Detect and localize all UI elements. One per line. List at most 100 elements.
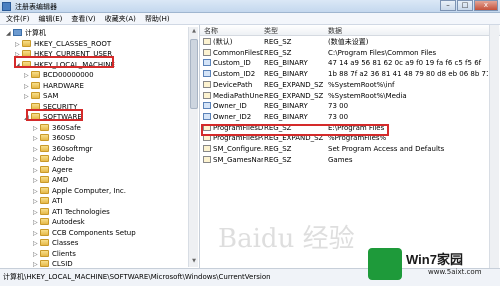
value-row[interactable]: Owner_ID2 REG_BINARY 73 00: [200, 112, 500, 123]
registry-tree[interactable]: ▲ ▼ ◢ 计算机 ▷ HKEY_CLASSES_ROOT ▷ HKEY_CURRENT_…: [0, 25, 200, 268]
folder-icon: [31, 102, 40, 110]
tree-node-label: 360softmgr: [52, 144, 93, 153]
value-row[interactable]: DevicePath REG_EXPAND_SZ %SystemRoot%\inf: [200, 80, 500, 91]
menu-favorites[interactable]: 收藏夹(A): [105, 13, 136, 24]
value-name: Owner_ID: [203, 101, 263, 112]
expand-arrow-icon[interactable]: ◢: [6, 28, 13, 39]
minimize-button[interactable]: –: [440, 0, 456, 11]
tree-node[interactable]: ▷ Clients: [33, 249, 76, 260]
value-name-text: Custom_ID: [213, 59, 251, 68]
tree-node[interactable]: ▷ Autodesk: [33, 217, 85, 228]
expand-arrow-icon[interactable]: ▷: [24, 70, 31, 81]
tree-node[interactable]: ▷ HKEY_CURRENT_USER: [15, 49, 112, 60]
expand-arrow-icon[interactable]: ▷: [33, 196, 40, 207]
value-row[interactable]: Custom_ID2 REG_BINARY 1b 88 7f a2 36 81 41…: [200, 69, 500, 80]
tree-node-label: Classes: [52, 239, 79, 247]
expand-arrow-icon[interactable]: ▷: [24, 81, 31, 92]
scroll-down-arrow-icon[interactable]: ▼: [190, 258, 198, 266]
value-type: REG_EXPAND_SZ: [264, 91, 324, 100]
expand-arrow-icon[interactable]: ▷: [33, 175, 40, 186]
value-row[interactable]: SM_GamesNam...REG_SZ Games: [200, 155, 500, 166]
expand-arrow-icon[interactable]: ▷: [33, 259, 40, 268]
value-row[interactable]: Custom_ID REG_BINARY 47 14 a9 56 81 62 0c …: [200, 58, 500, 69]
tree-scroll-thumb[interactable]: [190, 39, 198, 109]
tree-node[interactable]: ▷ ATI: [33, 196, 63, 207]
tree-node[interactable]: ▷ Agere: [33, 165, 73, 176]
tree-node[interactable]: ▷ ATI Technologies: [33, 207, 110, 218]
menu-file[interactable]: 文件(F): [6, 13, 30, 24]
value-row[interactable]: ProgramFilesPa...REG_EXPAND_SZ %ProgramFi…: [200, 133, 500, 144]
tree-node[interactable]: SECURITY: [24, 102, 77, 113]
string-value-icon: [203, 134, 211, 142]
expand-arrow-icon[interactable]: ◢: [24, 112, 31, 123]
tree-node[interactable]: ◢ 计算机: [6, 28, 46, 39]
value-type: REG_BINARY: [264, 59, 308, 68]
value-type: REG_SZ: [264, 48, 292, 57]
value-data: 73 00: [328, 112, 349, 121]
menu-edit[interactable]: 编辑(E): [39, 13, 63, 24]
tree-node-label: ATI Technologies: [52, 207, 110, 216]
tree-node[interactable]: ▷ 360softmgr: [33, 144, 93, 155]
expand-arrow-icon[interactable]: ▷: [33, 165, 40, 176]
tree-node[interactable]: ▷ Apple Computer, Inc.: [33, 186, 126, 197]
close-button[interactable]: x: [474, 0, 498, 11]
folder-icon: [40, 207, 49, 215]
tree-node[interactable]: ▷ HARDWARE: [24, 81, 84, 92]
expand-arrow-icon[interactable]: ▷: [33, 217, 40, 228]
expand-arrow-icon[interactable]: ▷: [33, 123, 40, 134]
tree-node[interactable]: ▷ BCD00000000: [24, 70, 94, 81]
binary-value-icon: [203, 70, 211, 78]
value-row[interactable]: Owner_ID REG_BINARY 73 00: [200, 101, 500, 112]
menu-view[interactable]: 查看(V): [71, 13, 95, 24]
string-value-icon: [203, 123, 211, 131]
expand-arrow-icon[interactable]: ▷: [24, 91, 31, 102]
win7-logo: Win7家园 www.5aixt.com: [368, 248, 500, 286]
logo-title: Win7家园: [406, 252, 463, 267]
menu-help[interactable]: 帮助(H): [145, 13, 170, 24]
tree-node[interactable]: ▷ AMD: [33, 175, 68, 186]
tree-node[interactable]: ◢ HKEY_LOCAL_MACHINE: [15, 60, 115, 71]
value-row[interactable]: SM_Configure... REG_SZ Set Program Access …: [200, 144, 500, 155]
value-row[interactable]: (默认) REG_SZ (数值未设置): [200, 37, 500, 48]
expand-arrow-icon[interactable]: ▷: [33, 144, 40, 155]
tree-node[interactable]: ▷ HKEY_CLASSES_ROOT: [15, 39, 111, 50]
tree-node[interactable]: ▷ CCB Components Setup: [33, 228, 136, 239]
folder-icon: [31, 113, 40, 120]
expand-arrow-icon[interactable]: ▷: [33, 154, 40, 165]
expand-arrow-icon[interactable]: ▷: [33, 207, 40, 218]
string-value-icon: [203, 38, 211, 45]
tree-node[interactable]: ▷ CLSID: [33, 259, 73, 268]
value-row[interactable]: MediaPathUne...REG_EXPAND_SZ %SystemRoot%…: [200, 91, 500, 102]
col-name[interactable]: 名称: [204, 26, 218, 36]
value-row[interactable]: CommonFilesDirREG_SZ C:\Program Files\Com…: [200, 48, 500, 59]
value-data: Games: [328, 155, 353, 164]
tree-node[interactable]: ▷ SAM: [24, 91, 58, 102]
list-header: 名称 类型 数据: [200, 25, 500, 36]
expand-arrow-icon[interactable]: ▷: [33, 133, 40, 144]
value-name-text: ProgramFilesPa...: [213, 134, 263, 143]
expand-arrow-icon[interactable]: ▷: [15, 49, 22, 60]
tree-scrollbar[interactable]: ▲ ▼: [188, 27, 198, 267]
expand-arrow-icon[interactable]: ▷: [33, 238, 40, 249]
expand-arrow-icon[interactable]: ▷: [33, 228, 40, 239]
folder-icon: [40, 155, 49, 162]
string-value-icon: [203, 91, 211, 99]
col-data[interactable]: 数据: [328, 26, 342, 36]
value-name-text: ProgramFilesDir: [213, 123, 263, 132]
expand-arrow-icon[interactable]: ▷: [33, 249, 40, 260]
value-data: (数值未设置): [328, 38, 369, 46]
menu-bar: 文件(F) 编辑(E) 查看(V) 收藏夹(A) 帮助(H): [0, 13, 500, 25]
col-type[interactable]: 类型: [264, 26, 278, 36]
expand-arrow-icon[interactable]: ◢: [15, 60, 22, 71]
tree-node[interactable]: ▷ Adobe: [33, 154, 74, 165]
expand-arrow-icon[interactable]: ▷: [15, 39, 22, 50]
tree-node[interactable]: ▷ Classes: [33, 238, 78, 249]
tree-node[interactable]: ▷ 360SD: [33, 133, 75, 144]
expand-arrow-icon[interactable]: ▷: [33, 186, 40, 197]
maximize-button[interactable]: □: [457, 0, 473, 11]
tree-node-label: HARDWARE: [43, 81, 84, 90]
tree-node[interactable]: ◢ SOFTWARE: [24, 112, 82, 123]
scroll-up-arrow-icon[interactable]: ▲: [190, 28, 198, 36]
value-row[interactable]: ProgramFilesDir REG_SZ E:\Program Files: [200, 123, 500, 134]
tree-node[interactable]: ▷ 360Safe: [33, 123, 81, 134]
